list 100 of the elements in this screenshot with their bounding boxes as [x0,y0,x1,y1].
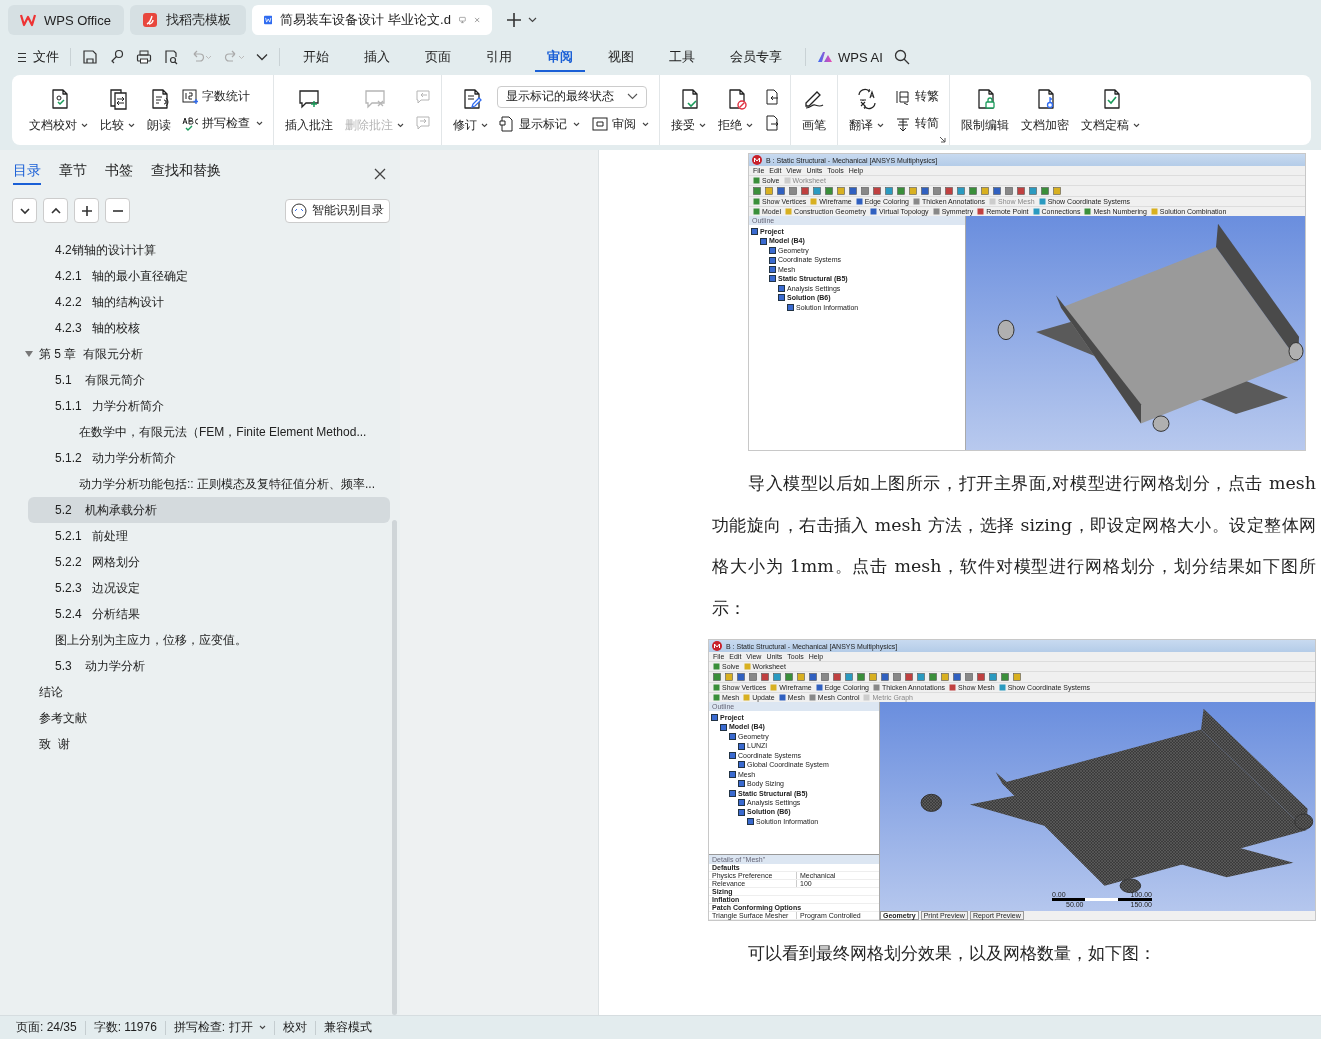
close-icon[interactable] [374,167,386,180]
ribbon-button[interactable]: 文档定稿 [1078,82,1143,138]
ribbon-button[interactable]: 审阅 [590,113,651,135]
collapse-button[interactable] [12,198,37,223]
toc-item[interactable]: 致 谢 [28,731,390,757]
ribbon-button[interactable]: 拒绝 [715,82,756,138]
tool-icon [785,208,793,215]
expand-triangle-icon[interactable] [24,349,34,359]
caret-icon [256,121,263,126]
ribbon-tab[interactable]: 审阅 [535,42,585,72]
status-item[interactable]: 校对 [274,1019,315,1036]
file-menu[interactable]: 文件 [17,48,59,66]
toc-item[interactable]: 第 5 章 有限元分析 [28,341,390,367]
print-icon[interactable] [136,49,152,65]
ribbon-tab[interactable]: 开始 [291,42,341,72]
toc-item[interactable]: 图上分别为主应力，位移，应变值。 [28,627,390,653]
ribbon-button[interactable]: 字数统计 [180,86,265,107]
ribbon-tab[interactable]: 工具 [657,42,707,72]
toc-item[interactable]: 4.2销轴的设计计算 [28,237,390,263]
convert-simplified-icon [895,115,911,132]
monitor-icon[interactable] [458,14,466,26]
toc-item[interactable]: 4.2.3 轴的校核 [28,315,390,341]
status-item[interactable]: 页面: 24/35 [16,1019,85,1036]
toc-item[interactable]: 5.2.4 分析结果 [28,601,390,627]
ribbon-button[interactable]: 转繁 [893,86,941,107]
toc-item[interactable]: 5.2.3 边况设定 [28,575,390,601]
ribbon-tab[interactable]: 插入 [352,42,402,72]
status-item[interactable]: 拼写检查: 打开 [165,1019,274,1036]
toc-item[interactable]: 4.2.1 轴的最小直径确定 [28,263,390,289]
toc-item[interactable]: 5.1.1 力学分析简介 [28,393,390,419]
status-item[interactable]: 兼容模式 [315,1019,380,1036]
leaf-logo-icon [142,12,158,28]
remove-button[interactable] [105,198,130,223]
print-preview-icon[interactable] [163,49,179,65]
ribbon-button[interactable]: 限制编辑 [958,82,1012,138]
ribbon-tab[interactable]: 页面 [413,42,463,72]
ribbon-button[interactable]: 朗读 [144,82,174,138]
node-icon [787,303,794,311]
node-icon [747,818,754,826]
app-tab[interactable]: WPS Office [8,5,124,35]
toc-item[interactable]: 5.1.2 动力学分析简介 [28,445,390,471]
markup-dropdown[interactable]: 显示标记的最终状态 [497,85,647,108]
ribbon-button[interactable]: 画笔 [799,82,829,138]
toc-item[interactable]: 5.3 动力学分析 [28,653,390,679]
ribbon-button[interactable]: 显示标记 [497,113,582,135]
caret-icon [258,1025,266,1030]
search-icon[interactable] [893,49,910,65]
caret-icon [1133,122,1140,128]
ribbon-button[interactable]: 修订 [450,82,491,138]
ribbon-button[interactable]: 插入批注 [282,82,336,138]
save-icon[interactable] [82,49,98,65]
comment-previous-icon [415,89,431,105]
chevron-down-icon[interactable] [528,17,537,23]
ai-logo-icon [817,51,833,63]
chevron-down-icon[interactable] [256,53,268,61]
node-icon [738,742,745,750]
toc-item[interactable]: 结论 [28,679,390,705]
panel-tab[interactable]: 书签 [105,162,133,185]
ribbon-button[interactable]: 拼写检查 [180,113,265,134]
add-button[interactable] [74,198,99,223]
expand-up-button[interactable] [43,198,68,223]
toc-item[interactable]: 5.2 机构承载分析 [28,497,390,523]
ribbon-tab[interactable]: 视图 [596,42,646,72]
panel-tab[interactable]: 章节 [59,162,87,185]
node-icon [729,770,736,778]
node-icon [729,733,736,741]
ribbon-button[interactable]: 转简 [893,113,941,134]
caret-icon [128,122,135,128]
menu-icon [17,51,27,63]
convert-traditional-icon [895,88,911,105]
redo-icon[interactable] [223,49,245,65]
ribbon-button[interactable]: 比较 [97,82,138,138]
ribbon-button[interactable]: 接受 [668,82,709,138]
scrollbar-thumb[interactable] [392,520,397,1015]
smart-toc-button[interactable]: 智能识别目录 [285,198,390,223]
ribbon-tab[interactable]: 会员专享 [718,42,794,72]
spell-check-icon [182,115,198,132]
ribbon-button[interactable]: 翻译 [846,82,887,138]
key-icon[interactable] [109,49,125,65]
new-tab-icon[interactable] [506,12,522,28]
toc-item[interactable]: 5.2.2 网格划分 [28,549,390,575]
toc-item[interactable]: 在数学中，有限元法（FEM，Finite Element Method... [28,419,390,445]
toc-item[interactable]: 4.2.2 轴的结构设计 [28,289,390,315]
app-tab[interactable]: 简易装车设备设计 毕业论文.d [252,5,492,35]
panel-tab[interactable]: 查找和替换 [151,162,221,185]
toc-item[interactable]: 参考文献 [28,705,390,731]
toc-item[interactable]: 动力学分析功能包括:: 正则模态及复特征值分析、频率... [28,471,390,497]
app-tab[interactable]: 找稻壳模板 [130,5,246,35]
ribbon-tab[interactable]: 引用 [474,42,524,72]
status-item[interactable]: 字数: 11976 [85,1019,165,1036]
dialog-launcher-icon[interactable] [939,136,946,143]
plus-icon [80,204,93,217]
ribbon-button[interactable]: 文档加密 [1018,82,1072,138]
ribbon-button[interactable]: 文档校对 [26,82,91,138]
panel-tab[interactable]: 目录 [13,162,41,185]
toc-item[interactable]: 5.2.1 前处理 [28,523,390,549]
menu-label: 文件 [33,48,59,66]
wps-ai-button[interactable]: WPS AI [817,49,883,65]
node-icon [729,751,736,759]
toc-item[interactable]: 5.1 有限元简介 [28,367,390,393]
